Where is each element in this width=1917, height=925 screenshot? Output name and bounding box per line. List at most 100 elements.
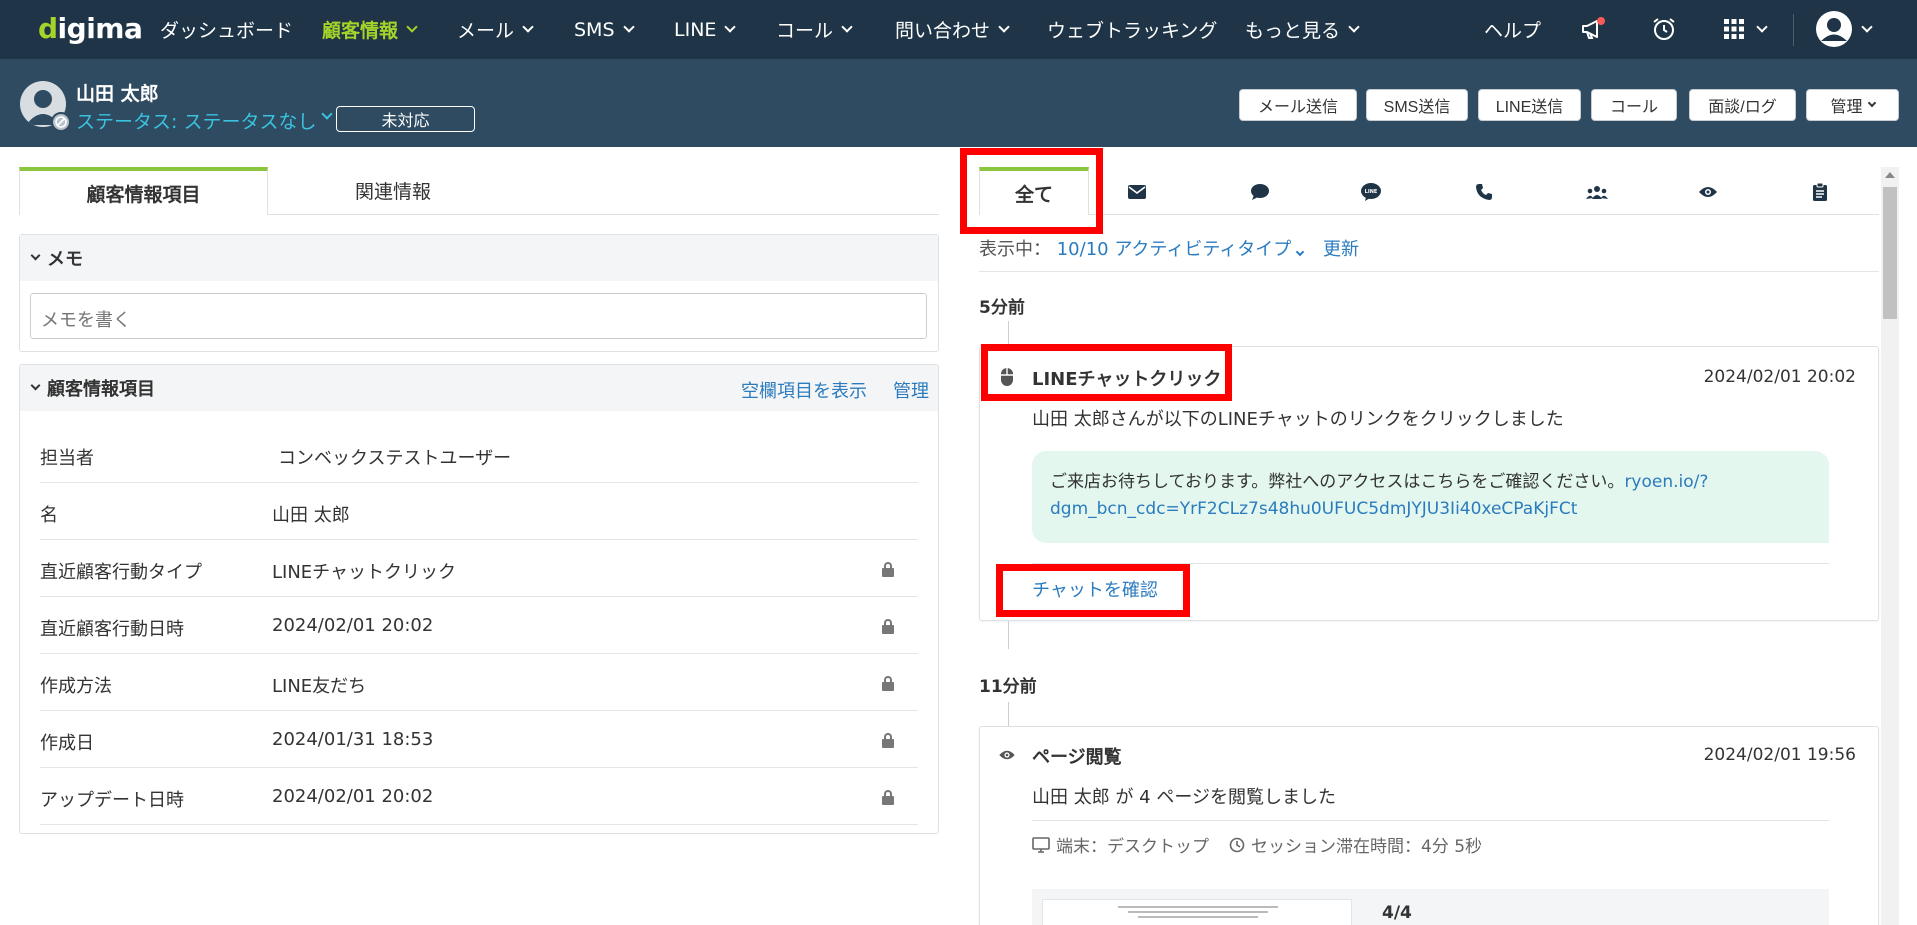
timeline-line: [1008, 621, 1009, 649]
timeline-line: [1008, 321, 1009, 346]
contact-status-dropdown[interactable]: ステータス: ステータスなし: [76, 107, 316, 134]
blocked-status-icon: [51, 112, 71, 132]
chevron-down-icon: [406, 21, 418, 33]
activity-date: 2024/02/01 20:02: [1703, 367, 1856, 387]
chevron-down-icon: [522, 21, 534, 33]
chevron-down-icon: [30, 380, 41, 391]
phone-icon[interactable]: [1473, 181, 1495, 203]
message-url-continued[interactable]: dgm_bcn_cdc=YrF2CLz7s48hu0UFUC5dmJYJU3Ii…: [1050, 499, 1577, 519]
lock-icon: [882, 619, 894, 634]
activity-date: 2024/02/01 19:56: [1703, 745, 1856, 765]
alarm-clock-icon[interactable]: [1649, 14, 1679, 44]
chat-bubble-icon[interactable]: [1249, 181, 1271, 203]
refresh-link[interactable]: 更新: [1323, 239, 1359, 260]
time-group-label: 5分前: [979, 298, 1025, 318]
field-row-last-action-type: 直近顧客行動タイプ LINEチャットクリック: [40, 540, 918, 597]
nav-mail[interactable]: メール: [457, 0, 534, 59]
contact-name: 山田 太郎: [76, 83, 159, 105]
activity-page-view: ページ閲覧 2024/02/01 19:56 山田 太郎 が 4 ページを閲覧し…: [979, 726, 1879, 925]
chevron-down-icon: [998, 21, 1010, 33]
show-empty-fields-link[interactable]: 空欄項目を表示: [741, 377, 867, 403]
nav-dashboard[interactable]: ダッシュボード: [160, 0, 293, 59]
nav-customer-info[interactable]: 顧客情報: [322, 0, 418, 59]
send-mail-button[interactable]: メール送信: [1239, 89, 1357, 121]
timeline-line: [1008, 702, 1009, 726]
eye-icon[interactable]: [1697, 181, 1719, 203]
page-count: 4/4: [1382, 903, 1412, 923]
memo-card: メモ: [19, 234, 939, 352]
memo-input[interactable]: [30, 293, 927, 339]
apps-grid-icon[interactable]: [1719, 14, 1769, 44]
tab-related-info[interactable]: 関連情報: [268, 167, 518, 215]
divider: [1032, 563, 1829, 564]
chevron-down-icon: [30, 250, 41, 261]
activity-description: 山田 太郎 が 4 ページを閲覧しました: [1032, 787, 1336, 808]
send-line-button[interactable]: LINE送信: [1478, 89, 1581, 121]
clipboard-icon[interactable]: [1809, 181, 1831, 203]
call-button[interactable]: コール: [1591, 89, 1677, 121]
field-row-updated-date: アップデート日時 2024/02/01 20:02: [40, 768, 918, 825]
customer-fields-header[interactable]: 顧客情報項目 空欄項目を表示 管理: [20, 365, 938, 411]
nav-inquiry[interactable]: 問い合わせ: [895, 0, 1010, 59]
activity-scrollbar[interactable]: [1881, 167, 1899, 925]
lock-icon: [882, 790, 894, 805]
chevron-down-icon: [622, 21, 635, 33]
chevron-down-icon[interactable]: [321, 108, 333, 120]
nav-help[interactable]: ヘルプ: [1484, 0, 1541, 59]
meeting-icon[interactable]: [1584, 181, 1610, 203]
tab-customer-fields[interactable]: 顧客情報項目: [19, 167, 268, 215]
nav-divider: [1793, 14, 1794, 46]
tab-underline: [268, 214, 939, 215]
logo-text: igima: [57, 12, 143, 45]
chevron-down-icon: [1296, 247, 1305, 257]
nav-web-tracking[interactable]: ウェブトラッキング: [1047, 0, 1217, 59]
field-row-creation-method: 作成方法 LINE友だち: [40, 654, 918, 711]
message-url[interactable]: ryoen.io/?: [1624, 472, 1708, 492]
svg-text:LINE: LINE: [1365, 189, 1378, 195]
nav-sms[interactable]: SMS: [574, 0, 635, 59]
divider: [1032, 820, 1829, 821]
scroll-thumb[interactable]: [1883, 187, 1897, 319]
field-row-created-date: 作成日 2024/01/31 18:53: [40, 711, 918, 768]
send-sms-button[interactable]: SMS送信: [1366, 89, 1468, 121]
lock-icon: [882, 733, 894, 748]
mail-icon[interactable]: [1126, 181, 1148, 203]
activity-type-dropdown[interactable]: 10/10 アクティビティタイプ: [1057, 239, 1305, 260]
mouse-icon: [996, 366, 1018, 388]
status-badge[interactable]: 未対応: [336, 106, 475, 132]
activity-title: LINEチャットクリック: [1032, 369, 1222, 390]
divider: [979, 271, 1879, 272]
page-view-item[interactable]: 4/4: [1032, 889, 1829, 925]
chevron-down-icon: [1867, 98, 1876, 107]
lock-icon: [882, 676, 894, 691]
activity-title: ページ閲覧: [1032, 747, 1122, 768]
chevron-down-icon: [1861, 20, 1873, 33]
activity-tabs: 全て LINE: [979, 167, 1879, 215]
manage-button[interactable]: 管理: [1806, 89, 1899, 121]
megaphone-icon[interactable]: [1578, 14, 1608, 44]
activity-filter: 表示中： 10/10 アクティビティタイプ 更新: [979, 239, 1360, 260]
page-thumbnail: [1042, 899, 1352, 925]
meeting-log-button[interactable]: 面談/ログ: [1689, 89, 1796, 121]
line-message-bubble: ご来店お待ちしております。弊社へのアクセスはこちらをご確認ください。ryoen.…: [1032, 451, 1829, 543]
view-chat-link[interactable]: チャットを確認: [1032, 576, 1158, 602]
lock-icon: [882, 562, 894, 577]
memo-header[interactable]: メモ: [20, 235, 938, 281]
top-navigation-bar: digima ダッシュボード 顧客情報 メール SMS LINE コール 問い合…: [0, 0, 1917, 59]
desktop-icon: [1032, 836, 1050, 853]
tab-all-activities[interactable]: 全て: [979, 167, 1089, 215]
nav-more[interactable]: もっと見る: [1245, 0, 1360, 59]
field-row-last-action-date: 直近顧客行動日時 2024/02/01 20:02: [40, 597, 918, 654]
manage-fields-link[interactable]: 管理: [893, 377, 929, 403]
activity-description: 山田 太郎さんが以下のLINEチャットのリンクをクリックしました: [1032, 409, 1564, 430]
session-meta: 端末：デスクトップ セッション滞在時間：4分 5秒: [1032, 832, 1482, 857]
clock-icon: [1229, 837, 1245, 852]
user-avatar-icon[interactable]: [1815, 11, 1875, 47]
line-icon[interactable]: LINE: [1360, 181, 1382, 203]
nav-line[interactable]: LINE: [674, 0, 737, 59]
nav-call[interactable]: コール: [776, 0, 853, 59]
scroll-up-arrow-icon[interactable]: [1885, 172, 1895, 178]
digima-logo[interactable]: digima: [38, 12, 143, 45]
chevron-down-icon: [841, 21, 853, 33]
activity-line-chat-click: LINEチャットクリック 2024/02/01 20:02 山田 太郎さんが以下…: [979, 346, 1879, 621]
